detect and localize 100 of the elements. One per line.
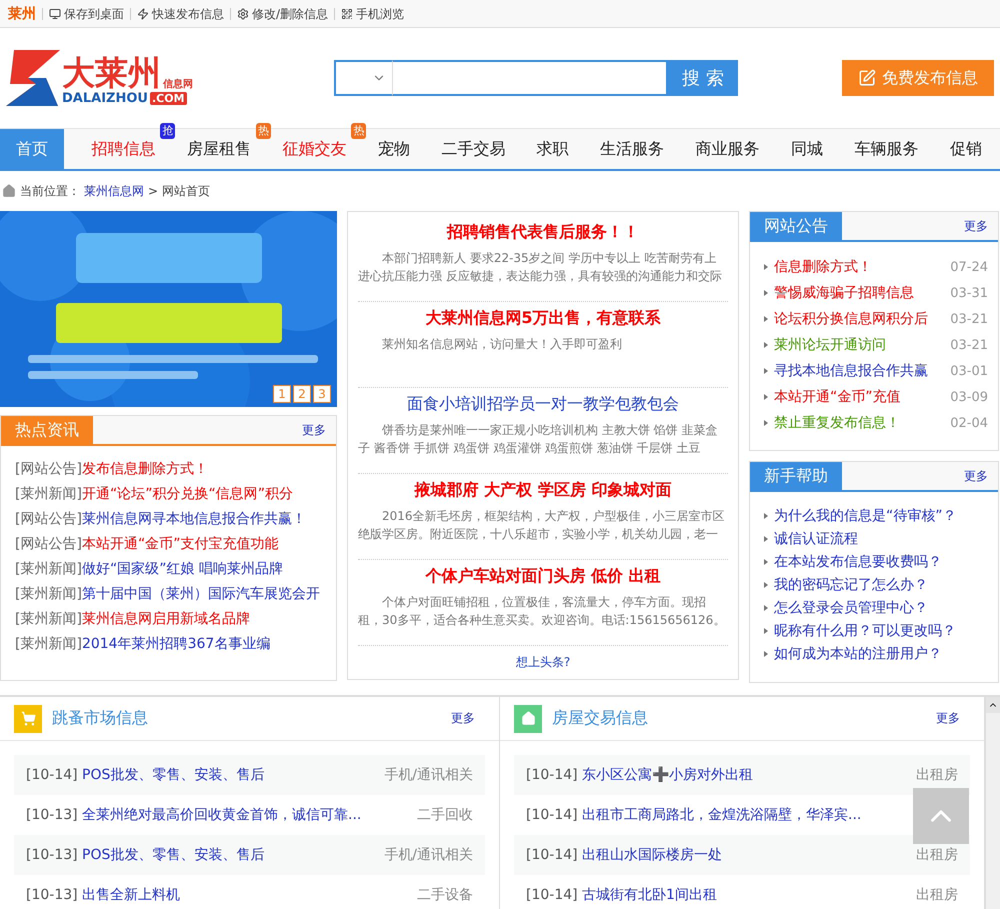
bullet-icon xyxy=(764,316,768,322)
listing-link[interactable]: POS批发、零售、安装、售后 xyxy=(82,766,264,784)
bullet-icon xyxy=(764,394,768,400)
nav-tab[interactable]: 二手交易 xyxy=(437,129,510,169)
help-link[interactable]: 在本站发布信息要收费吗？ xyxy=(774,552,988,570)
notice-date: 03-09 xyxy=(950,390,988,404)
panel-title: 热点资讯 xyxy=(1,416,93,444)
news-category: [莱州新闻] xyxy=(15,584,82,602)
top-link[interactable]: 手机浏览 xyxy=(334,8,410,20)
bullet-icon xyxy=(764,582,768,588)
help-link[interactable]: 诚信认证流程 xyxy=(774,530,988,548)
notice-link[interactable]: 禁止重复发布信息！ xyxy=(774,414,944,432)
more-link[interactable]: 更多 xyxy=(302,416,336,444)
listing-date: [10-14] xyxy=(526,887,579,903)
news-category: [网站公告] xyxy=(15,460,82,478)
nav-tab[interactable]: 生活服务 xyxy=(596,129,668,169)
notice-date: 03-01 xyxy=(950,364,988,378)
help-link[interactable]: 我的密码忘记了怎么办？ xyxy=(774,576,988,594)
listing-link[interactable]: 出售全新上料机 xyxy=(82,886,180,904)
listing-link[interactable]: POS批发、零售、安装、售后 xyxy=(82,846,264,864)
news-link[interactable]: 开通“论坛”积分兑换“信息网”积分 xyxy=(82,484,293,502)
listing-category: 二手设备 xyxy=(417,886,473,904)
news-link[interactable]: 发布信息删除方式！ xyxy=(82,460,208,478)
logo-tag: 信息网 xyxy=(163,77,193,91)
bullet-icon xyxy=(764,368,768,374)
listing-link[interactable]: 出租山水国际楼房一处 xyxy=(582,846,722,864)
scrollbar[interactable] xyxy=(985,697,1000,909)
nav-tab[interactable]: 车辆服务 xyxy=(850,129,923,169)
news-link[interactable]: 莱州信息网寻本地信息报合作共赢！ xyxy=(82,510,306,528)
breadcrumb-link[interactable]: 莱州信息网 xyxy=(84,182,144,200)
notice-link[interactable]: 信息删除方式！ xyxy=(774,258,944,276)
search-field[interactable] xyxy=(392,60,668,96)
help-link[interactable]: 为什么我的信息是“待审核”？ xyxy=(774,506,988,524)
bullet-icon xyxy=(764,604,768,610)
listing-category: 出租房 xyxy=(916,846,958,864)
bullet-icon xyxy=(764,420,768,426)
notice-date: 03-31 xyxy=(950,286,988,300)
headline-link[interactable]: 面食小培训招学员一对一教学包教包会 xyxy=(358,394,728,415)
headline-link[interactable]: 招聘销售代表售后服务！！ xyxy=(358,222,728,243)
headline-promo-link[interactable]: 想上头条? xyxy=(358,654,728,671)
news-category: [莱州新闻] xyxy=(15,560,82,578)
help-link[interactable]: 如何成为本站的注册用户？ xyxy=(774,644,988,662)
breadcrumb-label: 当前位置： xyxy=(20,182,80,200)
top-link[interactable]: 快速发布信息 xyxy=(130,8,230,20)
nav-tab[interactable]: 宠物 xyxy=(374,129,414,169)
news-category: [莱州新闻] xyxy=(15,484,82,502)
listing-date: [10-14] xyxy=(526,767,579,783)
logo-icon xyxy=(6,50,60,106)
top-link[interactable]: 修改/删除信息 xyxy=(230,8,334,20)
news-category: [莱州新闻] xyxy=(15,634,82,652)
nav-tab[interactable]: 促销 xyxy=(946,129,986,169)
headline-link[interactable]: 掖城郡府 大产权 学区房 印象城对面 xyxy=(358,480,728,501)
nav-tab[interactable]: 求职 xyxy=(532,129,573,169)
more-link[interactable]: 更多 xyxy=(964,212,998,240)
help-link[interactable]: 昵称有什么用？可以更改吗？ xyxy=(774,622,988,640)
more-link[interactable]: 更多 xyxy=(936,710,970,727)
notice-link[interactable]: 莱州论坛开通访问 xyxy=(774,336,944,354)
bullet-icon xyxy=(764,628,768,634)
nav-tab[interactable]: 同城 xyxy=(787,129,828,169)
listing-date: [10-13] xyxy=(26,847,79,863)
link-icon xyxy=(341,8,354,20)
help-link[interactable]: 怎么登录会员管理中心？ xyxy=(774,598,988,616)
news-link[interactable]: 莱州信息网启用新域名品牌 xyxy=(82,610,250,628)
headline-summary: 饼香坊是莱州唯一一家正规小吃培训机构 主教大饼 馅饼 韭菜盒子 酱香饼 手抓饼 鸡蛋饼 鸡蛋灌饼 鸡蛋煎饼 葱油饼 千层饼 土豆 xyxy=(358,422,718,457)
notice-link[interactable]: 警惕威海骗子招聘信息 xyxy=(774,284,944,302)
news-category: [网站公告] xyxy=(15,534,82,552)
notice-date: 03-21 xyxy=(950,312,988,326)
listing-date: [10-13] xyxy=(26,807,79,823)
nav-tab[interactable]: 商业服务 xyxy=(692,129,764,169)
listing-link[interactable]: 古城街有北卧1间出租 xyxy=(582,886,717,904)
listing-link[interactable]: 出租市工商局路北，金煌洗浴隔壁，华泽宾... xyxy=(582,806,862,824)
listing-link[interactable]: 全莱州绝对最高价回收黄金首饰，诚信可靠... xyxy=(82,806,362,824)
headline-link[interactable]: 个体户车站对面门头房 低价 出租 xyxy=(358,566,728,587)
breadcrumb-current: > 网站首页 xyxy=(148,182,210,200)
listing-date: [10-13] xyxy=(26,887,79,903)
bullet-icon xyxy=(764,342,768,348)
news-link[interactable]: 第十届中国（莱州）国际汽车展览会开 xyxy=(82,584,320,602)
news-link[interactable]: 做好“国家级”红娘 唱响莱州品牌 xyxy=(82,560,283,578)
notice-link[interactable]: 寻找本地信息报合作共赢 xyxy=(774,362,944,380)
listing-link[interactable]: 东小区公寓➕小房对外出租 xyxy=(582,766,753,784)
bullet-icon xyxy=(764,290,768,296)
section-title: 房屋交易信息 xyxy=(552,708,649,729)
more-link[interactable]: 更多 xyxy=(964,462,998,490)
news-category: [网站公告] xyxy=(15,510,82,528)
notice-date: 03-21 xyxy=(950,338,988,352)
home-icon xyxy=(2,184,16,198)
news-link[interactable]: 本站开通“金币”支付宝充值功能 xyxy=(82,534,278,552)
notice-date: 07-24 xyxy=(950,260,988,274)
listing-date: [10-14] xyxy=(26,767,79,783)
link-icon xyxy=(49,8,61,20)
more-link[interactable]: 更多 xyxy=(451,710,485,727)
bullet-icon xyxy=(764,536,768,542)
nav-badge: 抢 xyxy=(160,123,176,139)
headline-summary: 2016全新毛坯房，框架结构，大产权，户型极佳，小三居室市区绝版学区房。附近医院，十八乐超市，实验小学，机关幼儿园，老一 xyxy=(358,508,726,543)
notice-link[interactable]: 本站开通“金币”充值 xyxy=(774,388,944,406)
panel-title: 新手帮助 xyxy=(750,462,842,490)
notice-link[interactable]: 论坛积分换信息网积分后 xyxy=(774,310,944,328)
news-link[interactable]: 2014年莱州招聘367名事业编 xyxy=(82,634,270,652)
headline-link[interactable]: 大莱州信息网5万出售，有意联系 xyxy=(358,308,728,329)
top-link[interactable]: 保存到桌面 xyxy=(42,8,130,20)
